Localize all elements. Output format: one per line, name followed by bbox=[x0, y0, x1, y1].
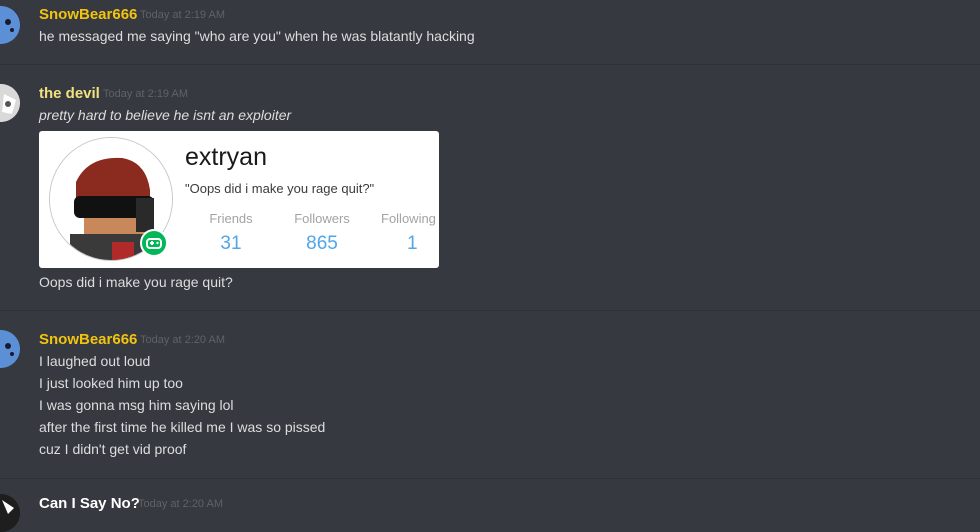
message-divider bbox=[0, 310, 980, 311]
message-text: I was gonna msg him saying lol bbox=[39, 397, 234, 413]
message-text: I laughed out loud bbox=[39, 353, 151, 369]
snowbear-avatar-icon bbox=[0, 6, 20, 44]
timestamp: Today at 2:20 AM bbox=[138, 498, 223, 510]
avatar[interactable] bbox=[0, 84, 20, 122]
message-text: I just looked him up too bbox=[39, 375, 183, 391]
stat-value-following[interactable]: 1 bbox=[407, 233, 418, 255]
avatar[interactable] bbox=[0, 6, 20, 44]
avatar[interactable] bbox=[0, 494, 20, 532]
message-text: cuz I didn't get vid proof bbox=[39, 441, 187, 457]
embed-description: Oops did i make you rage quit? bbox=[39, 274, 233, 290]
timestamp: Today at 2:19 AM bbox=[103, 88, 188, 100]
message-text: he messaged me saying "who are you" when… bbox=[39, 28, 475, 44]
stat-label-followers: Followers bbox=[294, 211, 350, 226]
message-divider bbox=[0, 478, 980, 479]
avatar[interactable] bbox=[0, 330, 20, 368]
snowbear-avatar-icon bbox=[0, 330, 20, 368]
message-text: pretty hard to believe he isnt an exploi… bbox=[39, 107, 292, 123]
timestamp: Today at 2:19 AM bbox=[140, 9, 225, 21]
profile-status: "Oops did i make you rage quit?" bbox=[185, 181, 375, 196]
stat-label-friends: Friends bbox=[209, 211, 253, 226]
username[interactable]: SnowBear666 bbox=[39, 331, 137, 348]
stat-value-followers[interactable]: 865 bbox=[287, 233, 357, 255]
devil-avatar-icon bbox=[0, 84, 20, 122]
message-text: after the first time he killed me I was … bbox=[39, 419, 326, 435]
user-avatar-icon bbox=[0, 494, 20, 532]
username[interactable]: the devil bbox=[39, 85, 100, 102]
profile-embed[interactable]: extryan "Oops did i make you rage quit?"… bbox=[39, 131, 439, 268]
timestamp: Today at 2:20 AM bbox=[140, 334, 225, 346]
message-divider bbox=[0, 64, 980, 65]
stat-value-friends[interactable]: 31 bbox=[205, 233, 257, 255]
username[interactable]: SnowBear666 bbox=[39, 6, 137, 23]
stat-label-following: Following bbox=[381, 211, 436, 226]
gamepad-icon bbox=[140, 229, 168, 257]
profile-username[interactable]: extryan bbox=[185, 143, 267, 172]
